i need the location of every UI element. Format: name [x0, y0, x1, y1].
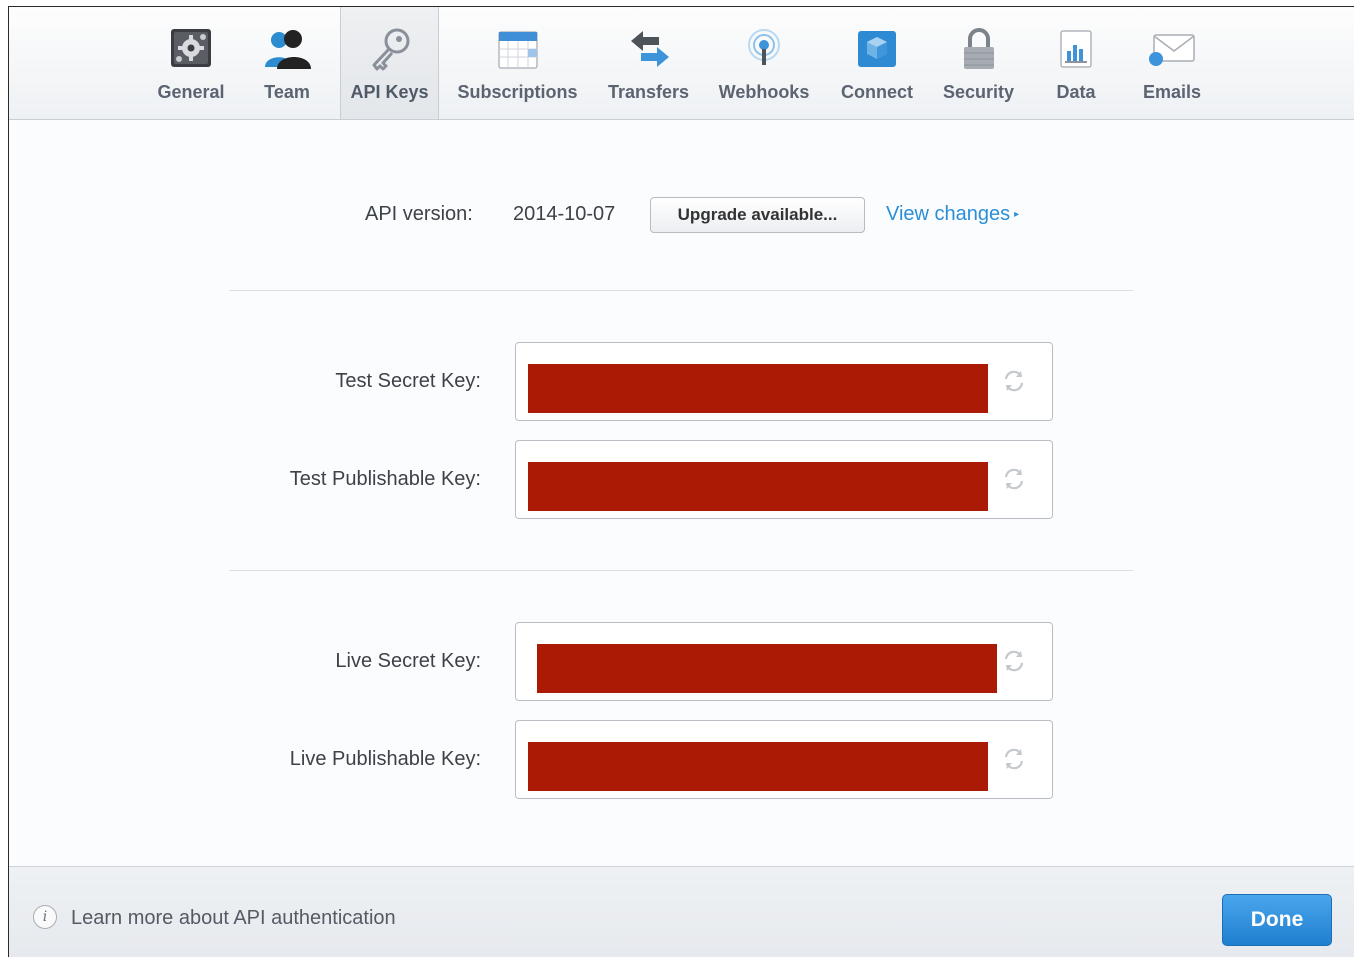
redacted-key-value [528, 364, 988, 413]
bar-chart-document-icon [1060, 30, 1092, 68]
test-secret-key-label: Test Secret Key: [335, 370, 481, 392]
tab-subscriptions[interactable]: Subscriptions [449, 7, 586, 119]
calendar-icon [497, 31, 538, 69]
tab-security[interactable]: Security [932, 7, 1025, 119]
tab-label: Data [1056, 82, 1096, 102]
refresh-icon[interactable] [1001, 746, 1027, 772]
lock-icon [963, 28, 994, 69]
tab-label: Security [942, 82, 1015, 102]
test-secret-key-field[interactable] [515, 342, 1053, 421]
transfer-arrows-icon [630, 31, 669, 67]
live-publishable-key-label: Live Publishable Key: [289, 748, 481, 770]
tab-label: Emails [1142, 82, 1202, 102]
tab-team[interactable]: Team [247, 7, 327, 119]
caret-right-icon: ▸ [1014, 209, 1020, 220]
tab-general[interactable]: General [141, 7, 241, 119]
learn-more-link[interactable]: Learn more about API authentication [71, 907, 396, 930]
done-button[interactable]: Done [1222, 894, 1332, 946]
test-publishable-key-label: Test Publishable Key: [289, 468, 481, 490]
redacted-key-value [528, 742, 988, 791]
tab-label: Team [264, 82, 310, 102]
live-secret-key-field[interactable] [515, 622, 1053, 701]
live-secret-key-label: Live Secret Key: [335, 650, 481, 672]
gear-icon [171, 29, 211, 67]
tab-webhooks[interactable]: Webhooks [712, 7, 816, 119]
broadcast-icon [748, 29, 780, 65]
team-icon [265, 30, 311, 69]
tab-label: Webhooks [718, 82, 810, 102]
refresh-icon[interactable] [1001, 466, 1027, 492]
upgrade-button[interactable]: Upgrade available... [650, 197, 865, 233]
test-publishable-key-field[interactable] [515, 440, 1053, 519]
view-changes-label: View changes [886, 203, 1011, 225]
key-icon [372, 28, 409, 71]
envelope-icon [1149, 34, 1195, 66]
info-icon: i [33, 905, 57, 929]
tab-transfers[interactable]: Transfers [597, 7, 700, 119]
tab-label: Connect [841, 82, 913, 102]
settings-window: General Team API Keys Subscriptions Tran… [8, 6, 1354, 957]
dialog-footer: i Learn more about API authentication Do… [9, 866, 1354, 957]
tab-data[interactable]: Data [1039, 7, 1113, 119]
view-changes-link[interactable]: View changes ▸ [886, 203, 1019, 226]
settings-toolbar: General Team API Keys Subscriptions Tran… [9, 7, 1354, 120]
redacted-key-value [528, 462, 988, 511]
tab-api-keys[interactable]: API Keys [340, 7, 439, 119]
refresh-icon[interactable] [1001, 648, 1027, 674]
tab-label: Transfers [607, 82, 690, 102]
divider [229, 570, 1133, 571]
api-version-value: 2014-10-07 [513, 203, 616, 225]
tab-label: General [157, 82, 225, 102]
redacted-key-value [537, 644, 997, 693]
tab-label: Subscriptions [457, 82, 578, 102]
api-version-row: API version: 2014-10-07 Upgrade availabl… [9, 197, 1354, 237]
tab-label: API Keys [350, 82, 429, 102]
live-publishable-key-field[interactable] [515, 720, 1053, 799]
tab-emails[interactable]: Emails [1134, 7, 1210, 119]
cube-icon [858, 31, 896, 67]
divider [229, 290, 1133, 291]
refresh-icon[interactable] [1001, 368, 1027, 394]
tab-connect[interactable]: Connect [831, 7, 923, 119]
api-version-label: API version: [365, 203, 473, 225]
